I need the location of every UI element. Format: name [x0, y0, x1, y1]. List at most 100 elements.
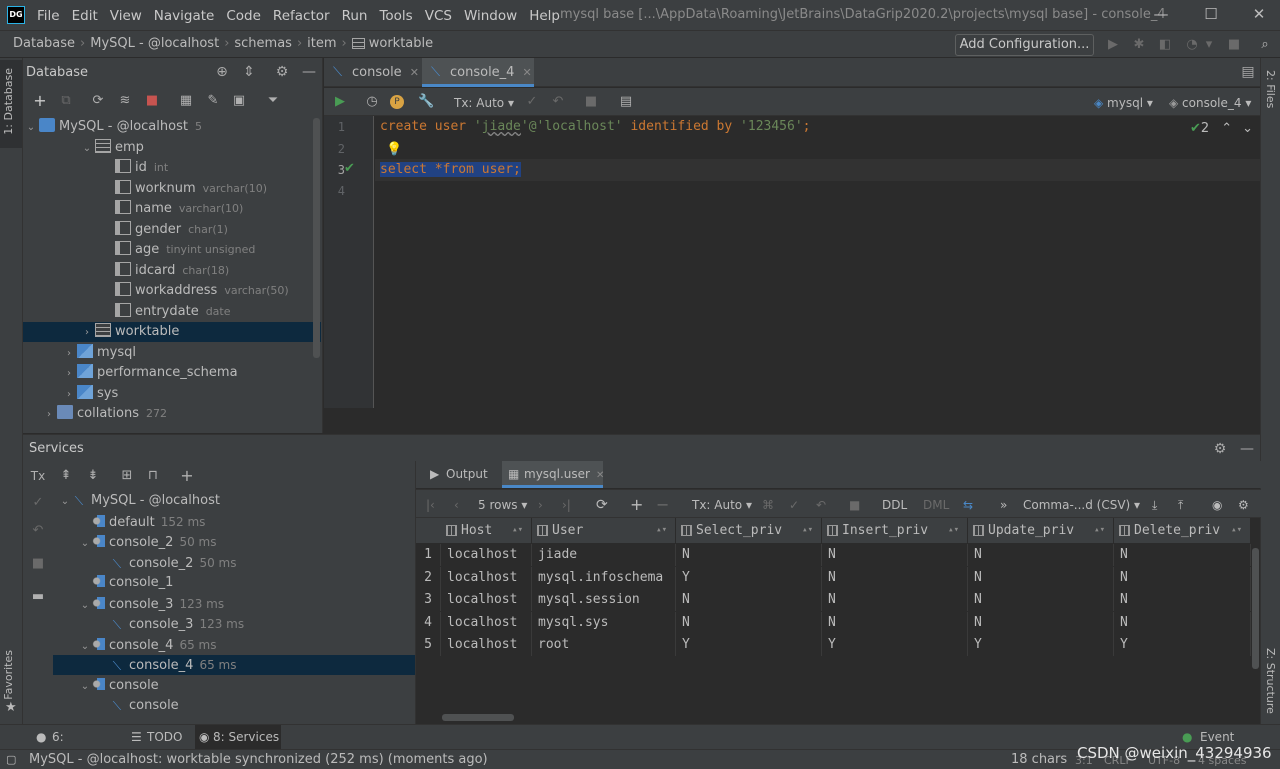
- table-cell[interactable]: Y: [676, 566, 822, 589]
- menu-item-help[interactable]: Help: [529, 8, 560, 24]
- tree-node-column[interactable]: id int: [23, 158, 321, 178]
- chevron-down-icon[interactable]: ⌄: [1242, 121, 1253, 136]
- menu-item-run[interactable]: Run: [342, 8, 368, 24]
- table-cell[interactable]: N: [1114, 611, 1251, 634]
- group-icon[interactable]: ⊞: [119, 468, 135, 484]
- add-icon[interactable]: +: [32, 93, 48, 109]
- chevron-right-icon[interactable]: ›: [63, 344, 75, 364]
- previous-page-icon[interactable]: ‹: [454, 497, 459, 513]
- service-node-session[interactable]: console_1: [53, 573, 415, 593]
- tree-node-column[interactable]: age tinyint unsigned: [23, 240, 321, 260]
- table-cell[interactable]: N: [968, 611, 1114, 634]
- table-row[interactable]: 3 localhost mysql.session N N N N: [416, 589, 1251, 611]
- edit-icon[interactable]: ✎: [205, 93, 221, 109]
- execute-icon[interactable]: ▶: [332, 94, 348, 110]
- tab-menu-icon[interactable]: ▤: [1240, 64, 1256, 80]
- results-scrollbar-vertical[interactable]: [1252, 548, 1259, 669]
- table-cell[interactable]: N: [822, 566, 968, 589]
- menu-item-file[interactable]: File: [37, 8, 60, 24]
- chevron-down-icon[interactable]: ⌄: [59, 492, 71, 512]
- session-dropdown[interactable]: ◈ console_4 ▾: [1169, 95, 1251, 111]
- view-icon[interactable]: ◉: [1212, 497, 1222, 513]
- close-icon[interactable]: ✕: [410, 66, 419, 79]
- table-view-icon[interactable]: ▦: [178, 93, 194, 109]
- sync-icon[interactable]: ≋: [117, 93, 133, 109]
- tree-node-schema[interactable]: › sys: [23, 384, 321, 404]
- table-cell[interactable]: Y: [1114, 634, 1251, 656]
- sort-icon[interactable]: ▴▾: [1231, 518, 1242, 543]
- favorites-tab[interactable]: Favorites: [2, 650, 15, 700]
- table-cell[interactable]: N: [968, 544, 1114, 566]
- chevron-down-icon[interactable]: ⌄: [81, 139, 93, 159]
- collapse-icon[interactable]: ⇕: [241, 64, 257, 80]
- table-cell[interactable]: jiade: [532, 544, 676, 566]
- table-cell[interactable]: N: [676, 589, 822, 611]
- tab-services[interactable]: ◉ 8: Services: [195, 725, 281, 749]
- stop-icon[interactable]: ■: [144, 93, 160, 109]
- table-cell[interactable]: mysql.sys: [532, 611, 676, 634]
- breadcrumb-connection[interactable]: MySQL - @localhost: [90, 36, 219, 51]
- tree-node-column[interactable]: gender char(1): [23, 220, 321, 240]
- menu-item-tools[interactable]: Tools: [379, 8, 412, 24]
- menu-item-edit[interactable]: Edit: [72, 8, 98, 24]
- chevron-right-icon[interactable]: ›: [63, 385, 75, 405]
- table-cell[interactable]: Y: [676, 634, 822, 656]
- chevron-down-icon[interactable]: ⌄: [25, 118, 37, 138]
- tab-console[interactable]: ⟍ console ✕: [324, 58, 420, 87]
- collapse-all-icon[interactable]: ⇟: [85, 468, 101, 484]
- tree-node-column[interactable]: workaddress varchar(50): [23, 281, 321, 301]
- breadcrumb-worktable[interactable]: worktable: [369, 36, 433, 51]
- menu-item-refactor[interactable]: Refactor: [273, 8, 330, 24]
- table-cell[interactable]: localhost: [441, 544, 532, 566]
- tree-node-column[interactable]: entrydate date: [23, 302, 321, 322]
- table-row[interactable]: 2 localhost mysql.infoschema Y N N N: [416, 566, 1251, 589]
- table-cell[interactable]: localhost: [441, 589, 532, 611]
- table-row[interactable]: 1 localhost jiade N N N N: [416, 544, 1251, 566]
- tree-node-connection[interactable]: ⌄ MySQL - @localhost 5: [23, 117, 321, 137]
- datasource-dropdown[interactable]: ◈ mysql ▾: [1094, 95, 1153, 111]
- ddl-button[interactable]: DDL: [882, 497, 907, 513]
- refresh-icon[interactable]: ⟳: [90, 93, 106, 109]
- sort-icon[interactable]: ▴▾: [802, 518, 813, 543]
- tree-node-table[interactable]: › worktable: [23, 322, 321, 342]
- debug-icon[interactable]: ✱: [1130, 36, 1148, 54]
- maximize-button[interactable]: ☐: [1199, 5, 1223, 25]
- service-node-connection[interactable]: ⌄ ⟍ MySQL - @localhost: [53, 491, 415, 511]
- stop-icon[interactable]: ■: [849, 497, 860, 513]
- gear-icon[interactable]: ⚙: [1212, 441, 1228, 457]
- table-cell[interactable]: N: [968, 566, 1114, 589]
- hide-icon[interactable]: —: [1239, 441, 1255, 457]
- chevron-right-icon[interactable]: ›: [43, 405, 55, 425]
- menu-item-view[interactable]: View: [110, 8, 142, 24]
- table-cell[interactable]: N: [822, 611, 968, 634]
- settings-wrench-icon[interactable]: 🔧: [418, 94, 434, 110]
- breadcrumb-schemas[interactable]: schemas: [234, 36, 292, 51]
- chevron-right-icon[interactable]: ›: [81, 323, 93, 343]
- history-icon[interactable]: ◷: [364, 94, 380, 110]
- table-cell[interactable]: N: [676, 544, 822, 566]
- table-cell[interactable]: N: [1114, 589, 1251, 611]
- tree-node-column[interactable]: name varchar(10): [23, 199, 321, 219]
- compare-icon[interactable]: ⇆: [963, 497, 973, 513]
- expand-all-icon[interactable]: ⇞: [58, 468, 74, 484]
- commit-icon[interactable]: ✓: [789, 497, 799, 513]
- table-cell[interactable]: Y: [968, 634, 1114, 656]
- menu-item-window[interactable]: Window: [464, 8, 517, 24]
- breadcrumb-database[interactable]: Database: [13, 36, 75, 51]
- table-cell[interactable]: N: [822, 544, 968, 566]
- rollback-icon[interactable]: ↶: [550, 94, 566, 110]
- service-node-session[interactable]: ⌄ console_3 123 ms: [53, 594, 415, 614]
- results-scrollbar-horizontal[interactable]: [442, 714, 514, 721]
- copy-icon[interactable]: ⧉: [58, 93, 74, 109]
- column-header[interactable]: Insert_priv ▴▾: [822, 518, 968, 543]
- download-icon[interactable]: ⤓: [1152, 497, 1157, 513]
- table-cell[interactable]: Y: [822, 634, 968, 656]
- tree-node-table[interactable]: ⌄ emp: [23, 138, 321, 158]
- table-cell[interactable]: N: [1114, 566, 1251, 589]
- next-page-icon[interactable]: ›: [538, 497, 543, 513]
- table-cell[interactable]: N: [968, 589, 1114, 611]
- target-icon[interactable]: ⊕: [214, 64, 230, 80]
- column-header[interactable]: Delete_priv ▴▾: [1114, 518, 1251, 543]
- sort-icon[interactable]: ▴▾: [948, 518, 959, 543]
- tree-node-column[interactable]: worknum varchar(10): [23, 179, 321, 199]
